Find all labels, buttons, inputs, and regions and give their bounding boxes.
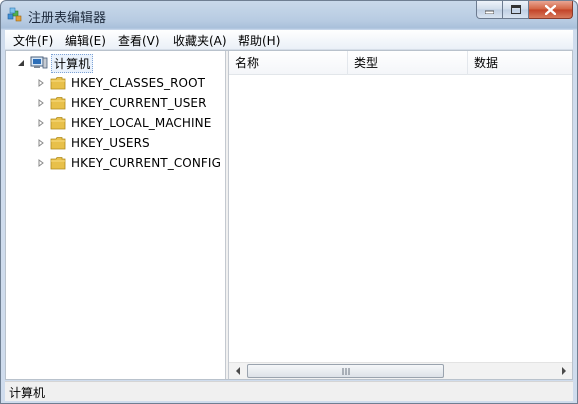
tree-node-label: HKEY_CURRENT_USER	[71, 96, 207, 110]
minimize-button[interactable]	[476, 1, 503, 19]
tree-node-hkey-classes-root[interactable]: HKEY_CLASSES_ROOT	[36, 74, 205, 92]
folder-icon	[50, 137, 66, 150]
expand-arrow-icon[interactable]	[36, 118, 46, 128]
collapse-arrow-icon[interactable]	[16, 58, 26, 68]
tree-node-hkey-local-machine[interactable]: HKEY_LOCAL_MACHINE	[36, 114, 211, 132]
scroll-right-icon	[561, 367, 566, 375]
registry-editor-app-icon	[7, 7, 22, 22]
tree-node-label: 计算机	[51, 53, 94, 73]
scroll-left-button[interactable]	[229, 363, 246, 379]
tree-node-label: HKEY_CLASSES_ROOT	[71, 76, 206, 90]
menu-bar: 文件(F) 编辑(E) 查看(V) 收藏夹(A) 帮助(H)	[5, 30, 573, 50]
close-icon	[545, 4, 556, 15]
tree-node-label: HKEY_USERS	[71, 136, 150, 150]
registry-editor-window: 注册表编辑器 文件(F) 编辑(E) 查看(V) 收藏夹(A) 帮助(H) 计算…	[0, 0, 578, 404]
menu-view[interactable]: 查看(V)	[118, 32, 160, 49]
menu-favorites[interactable]: 收藏夹(A)	[173, 32, 227, 49]
scroll-right-button[interactable]	[555, 363, 572, 379]
folder-icon	[50, 97, 66, 110]
window-title: 注册表编辑器	[28, 11, 107, 26]
maximize-icon	[510, 5, 521, 14]
tree-node-label: HKEY_LOCAL_MACHINE	[71, 116, 212, 130]
expand-arrow-icon[interactable]	[36, 98, 46, 108]
status-bar: 计算机	[5, 381, 573, 401]
grip-icon	[342, 367, 349, 375]
maximize-button[interactable]	[503, 1, 529, 19]
column-header-data[interactable]: 数据	[468, 51, 572, 75]
column-header-row: 名称 类型 数据	[229, 51, 572, 75]
menu-file[interactable]: 文件(F)	[13, 32, 53, 49]
title-bar[interactable]: 注册表编辑器	[1, 1, 577, 29]
menu-edit[interactable]: 编辑(E)	[65, 32, 106, 49]
scrollbar-thumb[interactable]	[247, 364, 444, 378]
tree-node-computer[interactable]: 计算机	[16, 53, 94, 73]
column-header-type[interactable]: 类型	[348, 51, 468, 75]
status-path: 计算机	[9, 386, 46, 400]
folder-icon	[50, 117, 66, 130]
minimize-icon	[485, 10, 494, 14]
expand-arrow-icon[interactable]	[36, 78, 46, 88]
tree-node-hkey-users[interactable]: HKEY_USERS	[36, 134, 150, 152]
folder-icon	[50, 77, 66, 90]
horizontal-scrollbar[interactable]	[229, 362, 572, 379]
values-list-pane[interactable]: 名称 类型 数据	[229, 51, 572, 379]
tree-node-label: HKEY_CURRENT_CONFIG	[71, 156, 221, 170]
client-area: 计算机 HKEY_CLASSES_ROOT HKEY_CURRENT_USER …	[5, 50, 573, 380]
menu-help[interactable]: 帮助(H)	[238, 32, 280, 49]
tree-node-hkey-current-user[interactable]: HKEY_CURRENT_USER	[36, 94, 207, 112]
window-controls	[476, 1, 573, 20]
computer-icon	[30, 56, 48, 69]
expand-arrow-icon[interactable]	[36, 138, 46, 148]
folder-icon	[50, 157, 66, 170]
column-header-name[interactable]: 名称	[229, 51, 348, 75]
close-button[interactable]	[529, 1, 573, 19]
tree-node-hkey-current-config[interactable]: HKEY_CURRENT_CONFIG	[36, 154, 221, 172]
expand-arrow-icon[interactable]	[36, 158, 46, 168]
registry-tree-pane[interactable]: 计算机 HKEY_CLASSES_ROOT HKEY_CURRENT_USER …	[6, 51, 225, 379]
scroll-left-icon	[235, 367, 240, 375]
